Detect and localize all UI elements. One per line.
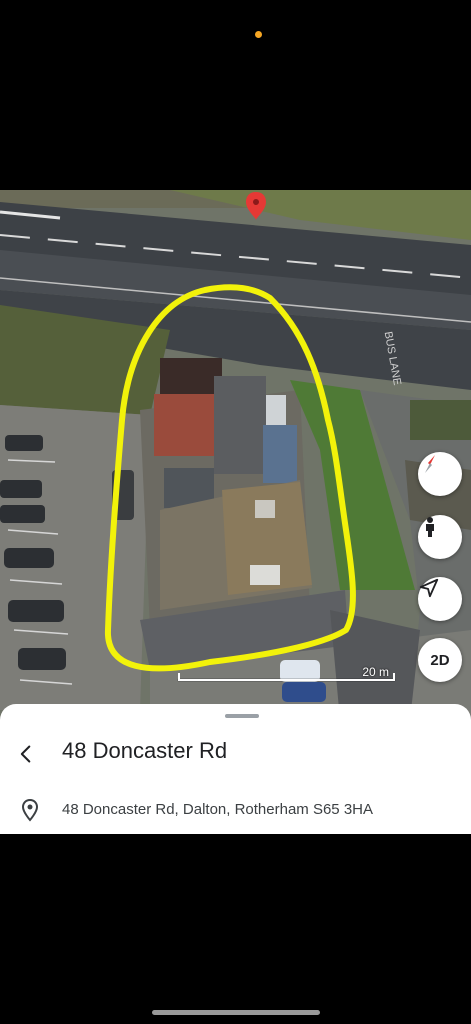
back-arrow-icon <box>20 745 31 763</box>
view-mode-toggle-button[interactable]: 2D <box>418 638 462 682</box>
my-location-button[interactable] <box>418 577 462 621</box>
scale-line <box>178 679 395 681</box>
satellite-imagery: BUS LANE <box>0 190 471 720</box>
home-indicator[interactable] <box>152 1010 320 1015</box>
place-title: 48 Doncaster Rd <box>62 738 228 763</box>
back-button[interactable] <box>8 736 44 772</box>
navigation-arrow-icon <box>419 578 439 598</box>
status-indicator-dot <box>255 31 262 38</box>
compass-icon <box>425 455 435 473</box>
location-marker-pin[interactable] <box>246 192 266 220</box>
place-address[interactable]: 48 Doncaster Rd, Dalton, Rotherham S65 3… <box>62 801 373 818</box>
compass-button[interactable] <box>418 452 462 496</box>
place-details-sheet[interactable]: 48 Doncaster Rd 48 Doncaster Rd, Dalton,… <box>0 704 471 834</box>
scale-tick <box>393 673 395 681</box>
scale-label: 20 m <box>362 665 389 679</box>
street-view-button[interactable] <box>418 515 462 559</box>
location-pin-icon <box>21 798 39 822</box>
street-view-person-icon <box>426 517 434 537</box>
satellite-map[interactable]: BUS LANE 2D <box>0 190 471 720</box>
map-scale-bar: 20 m <box>178 665 395 683</box>
sheet-drag-handle[interactable] <box>225 714 259 718</box>
scale-tick <box>178 673 180 681</box>
